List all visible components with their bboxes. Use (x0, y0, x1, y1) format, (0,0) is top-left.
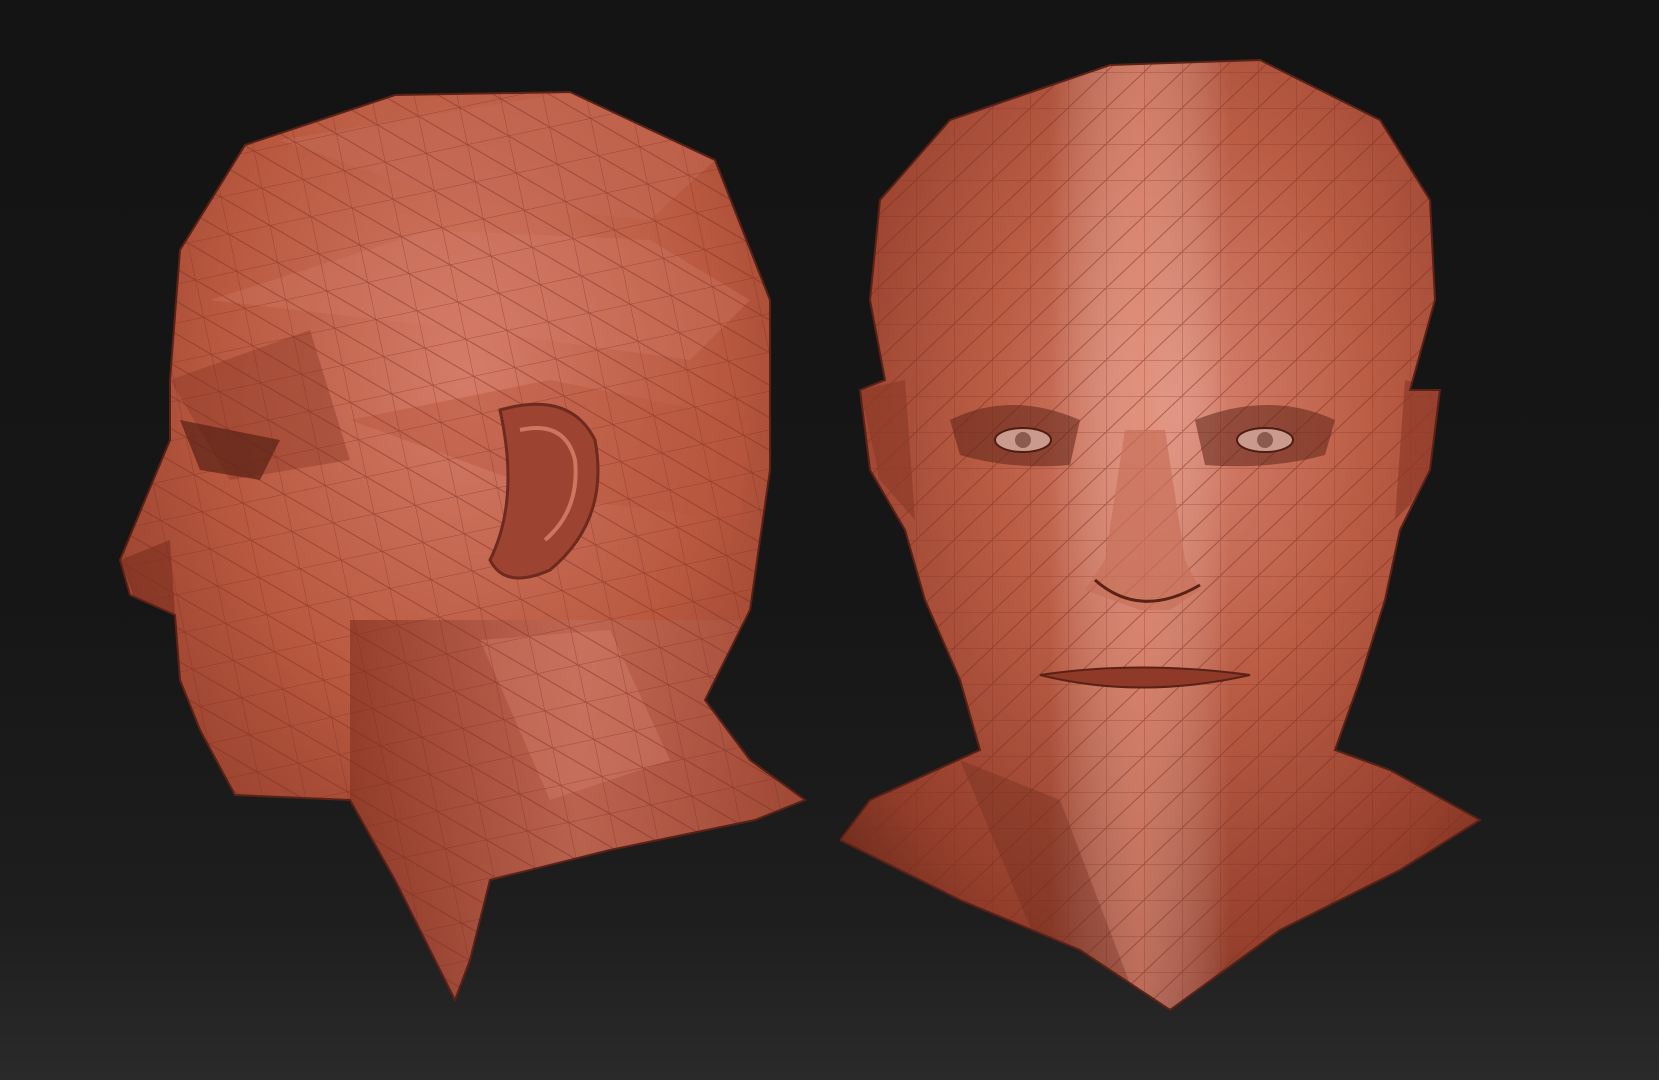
head-front-mesh (840, 58, 1482, 1012)
3d-viewport[interactable] (0, 0, 1659, 1080)
head-model-side-view[interactable] (50, 0, 810, 1060)
head-model-front-view[interactable] (840, 0, 1520, 1020)
head-side-mesh (118, 90, 808, 1003)
